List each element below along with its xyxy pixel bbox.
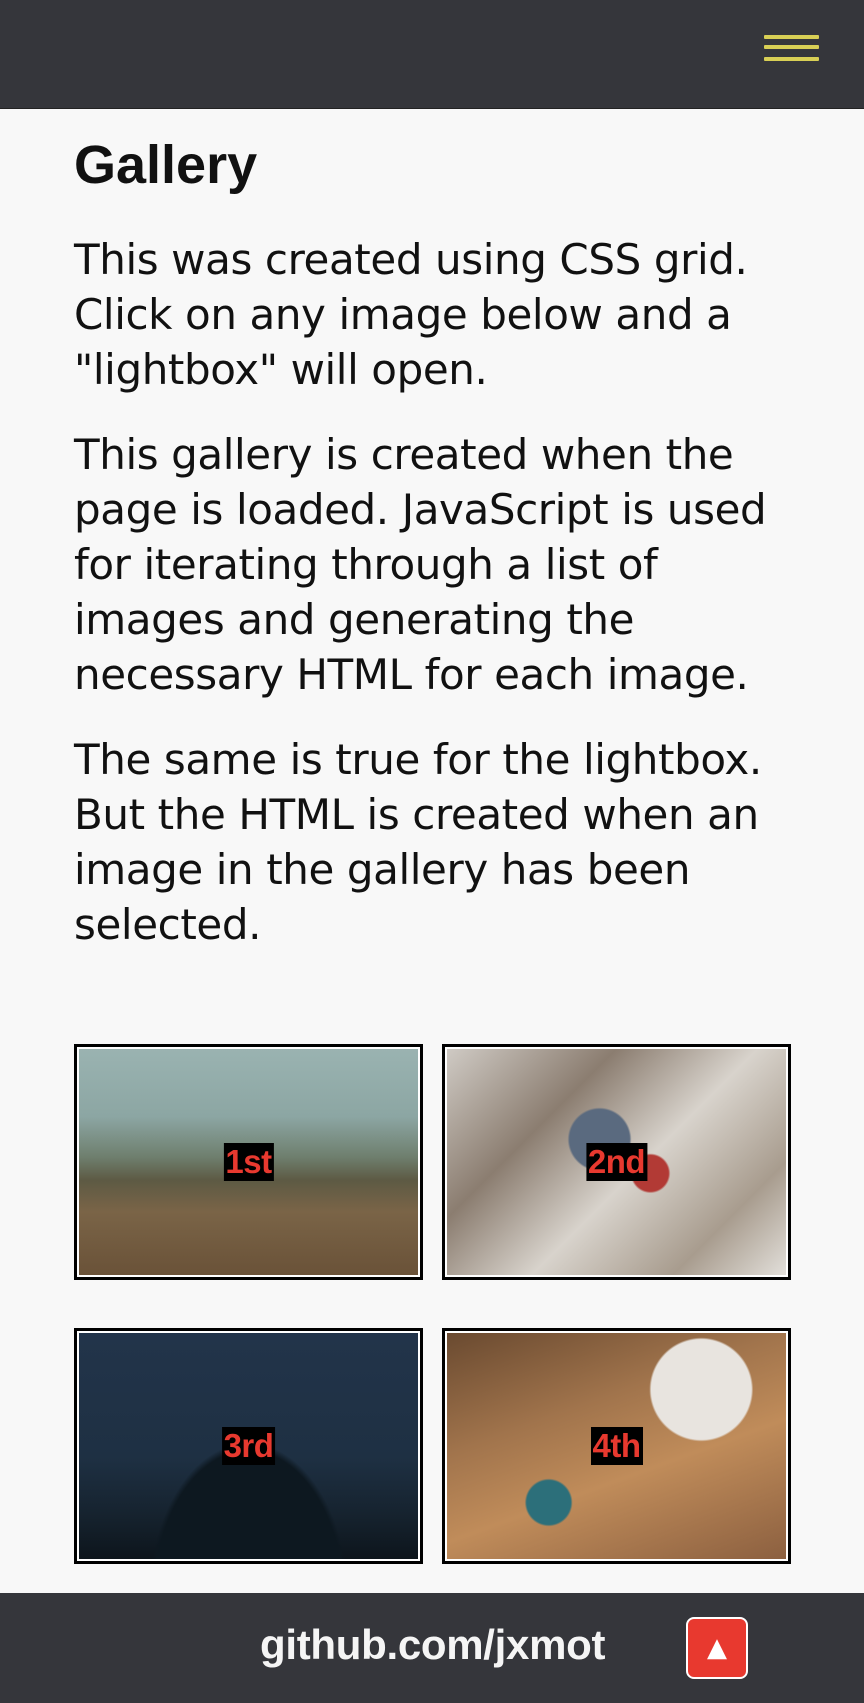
gallery-thumbnail[interactable]: 2nd — [442, 1044, 791, 1280]
main-content: Gallery This was created using CSS grid.… — [74, 130, 814, 952]
gallery-thumbnail[interactable]: 1st — [74, 1044, 423, 1280]
night-sky-image: 3rd — [79, 1333, 418, 1559]
hamburger-menu-icon[interactable] — [758, 30, 820, 70]
gallery-thumbnail[interactable]: 4th — [442, 1328, 791, 1564]
intro-paragraph: This was created using CSS grid. Click o… — [74, 235, 748, 394]
gallery-description-paragraph: This gallery is created when the page is… — [74, 430, 767, 699]
page-title: Gallery — [74, 135, 258, 195]
menu-bar — [764, 57, 819, 61]
thumbnail-caption: 4th — [590, 1427, 643, 1465]
arrow-up-icon: ▲ — [707, 1633, 727, 1663]
thumbnail-caption: 3rd — [221, 1427, 276, 1465]
menu-bar — [764, 45, 819, 49]
mountain-volcano-image: 1st — [79, 1049, 418, 1275]
page-footer: github.com/jxmot ▲ — [0, 1593, 864, 1703]
menu-bar — [764, 35, 819, 39]
desk-items-image: 4th — [447, 1333, 786, 1559]
gallery-thumbnail[interactable]: 3rd — [74, 1328, 423, 1564]
thumbnail-caption: 2nd — [585, 1143, 648, 1181]
scroll-to-top-button[interactable]: ▲ — [686, 1617, 748, 1679]
github-link[interactable]: github.com/jxmot — [260, 1619, 605, 1671]
lightbox-description-paragraph: The same is true for the lightbox. But t… — [74, 735, 762, 949]
padlocks-fence-image: 2nd — [447, 1049, 786, 1275]
thumbnail-caption: 1st — [223, 1143, 274, 1181]
top-navbar — [0, 0, 864, 109]
